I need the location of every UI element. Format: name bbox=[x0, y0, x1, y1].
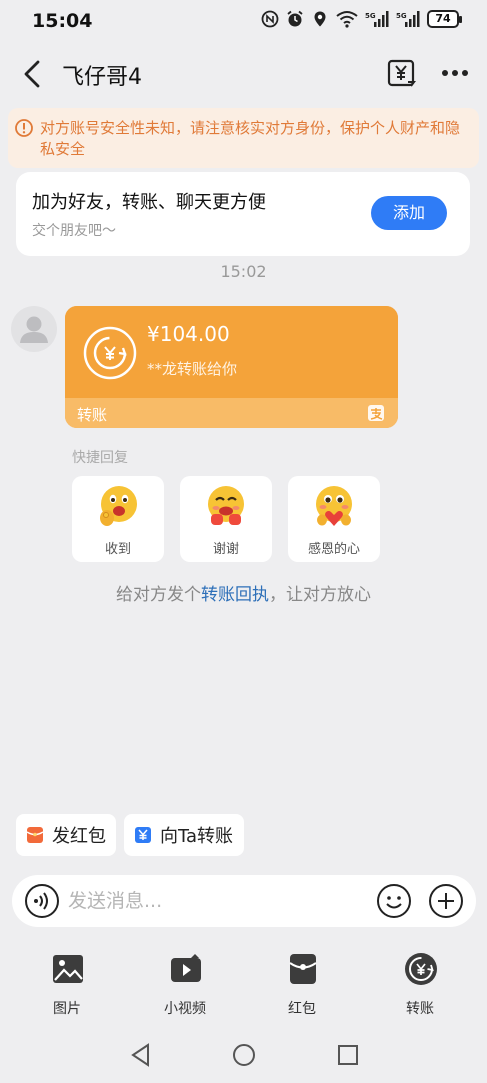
status-icons: 5G 5G 74 bbox=[261, 10, 462, 28]
plus-icon[interactable] bbox=[428, 883, 464, 919]
red-packet-icon bbox=[289, 954, 317, 984]
default-avatar-icon bbox=[20, 316, 48, 343]
toolbar-image[interactable]: 图片 bbox=[22, 952, 112, 1020]
video-icon bbox=[171, 954, 201, 982]
toolbar-label: 红包 bbox=[288, 1001, 316, 1017]
transfer-amount: ¥104.00 bbox=[147, 322, 230, 346]
add-friend-title: 加为好友，转账、聊天更方便 bbox=[32, 192, 266, 213]
warning-icon bbox=[15, 119, 33, 137]
alipay-logo-icon bbox=[368, 405, 384, 421]
quick-reply-grateful[interactable]: 感恩的心 bbox=[288, 476, 380, 562]
toolbar-red-packet[interactable]: 红包 bbox=[257, 952, 347, 1020]
svg-text:5G: 5G bbox=[365, 12, 376, 20]
5g-signal-icon: 5G bbox=[365, 11, 389, 27]
chat-title: 飞仔哥4 bbox=[62, 65, 142, 90]
transfer-receipt-link[interactable]: 转账回执 bbox=[201, 585, 269, 605]
nav-home-icon[interactable] bbox=[229, 1040, 259, 1070]
transfer-to-chip[interactable]: 向Ta转账 bbox=[124, 814, 244, 856]
transfer-icon bbox=[405, 953, 437, 985]
quick-reply-title: 快捷回复 bbox=[72, 450, 128, 466]
warning-text: 对方账号安全性未知，请注意核实对方身份，保护个人财产和隐私安全 bbox=[40, 119, 461, 158]
transfer-card-body: ¥104.00 **龙转账给你 bbox=[65, 306, 398, 398]
message-input-bar bbox=[12, 875, 476, 927]
add-friend-button[interactable]: 添加 bbox=[371, 196, 447, 230]
toolbar-video[interactable]: 小视频 bbox=[140, 952, 230, 1020]
status-bar: 15:04 5G 5G 74 bbox=[0, 0, 487, 44]
quick-reply-thanks[interactable]: 谢谢 bbox=[180, 476, 272, 562]
voice-input-icon[interactable] bbox=[24, 883, 60, 919]
battery-icon: 74 bbox=[427, 10, 462, 28]
transfer-message-card[interactable]: ¥104.00 **龙转账给你 转账 bbox=[65, 306, 398, 428]
emoji-icon[interactable] bbox=[376, 883, 412, 919]
transfer-to-label: 向Ta转账 bbox=[160, 826, 234, 847]
avatar[interactable] bbox=[11, 306, 57, 352]
add-friend-card: 加为好友，转账、聊天更方便 交个朋友吧～ 添加 bbox=[16, 172, 470, 256]
message-timestamp: 15:02 bbox=[220, 262, 267, 281]
red-packet-icon bbox=[26, 827, 44, 843]
transfer-yuan-icon bbox=[135, 827, 151, 843]
back-button[interactable] bbox=[18, 56, 46, 92]
receipt-hint-prefix: 给对方发个 bbox=[116, 585, 201, 605]
nav-recents-icon[interactable] bbox=[333, 1040, 363, 1070]
thanks-emoji-icon bbox=[208, 486, 244, 525]
toolbar-label: 图片 bbox=[53, 1001, 81, 1017]
svg-text:5G: 5G bbox=[396, 12, 407, 20]
5g-signal-icon: 5G bbox=[396, 11, 420, 27]
message-input[interactable] bbox=[68, 885, 368, 917]
chat-header: 飞仔哥4 bbox=[0, 44, 487, 104]
ok-hand-emoji-icon bbox=[100, 486, 137, 526]
image-icon bbox=[53, 955, 83, 983]
security-warning-banner: 对方账号安全性未知，请注意核实对方身份，保护个人财产和隐私安全 bbox=[8, 108, 479, 168]
quick-reply-label: 感恩的心 bbox=[307, 542, 360, 557]
transfer-label: 转账 bbox=[77, 406, 108, 424]
quick-reply-label: 收到 bbox=[104, 542, 131, 557]
transfer-card-footer: 转账 bbox=[65, 398, 398, 428]
nfc-icon bbox=[261, 10, 279, 28]
transfer-yuan-icon bbox=[83, 326, 137, 380]
wifi-icon bbox=[336, 11, 358, 28]
nav-back-icon[interactable] bbox=[126, 1040, 156, 1070]
alarm-icon bbox=[287, 10, 303, 27]
yuan-receipt-icon[interactable] bbox=[386, 56, 418, 90]
grateful-heart-emoji-icon bbox=[316, 486, 352, 526]
send-red-packet-chip[interactable]: 发红包 bbox=[16, 814, 116, 856]
transfer-note: **龙转账给你 bbox=[147, 360, 238, 378]
add-friend-subtitle: 交个朋友吧～ bbox=[32, 223, 116, 239]
toolbar-label: 转账 bbox=[406, 1001, 434, 1017]
location-icon bbox=[314, 11, 326, 27]
send-red-packet-label: 发红包 bbox=[52, 826, 106, 847]
status-time: 15:04 bbox=[32, 10, 93, 32]
quick-reply-received[interactable]: 收到 bbox=[72, 476, 164, 562]
more-dots-icon[interactable] bbox=[438, 56, 472, 90]
toolbar-transfer[interactable]: 转账 bbox=[375, 952, 465, 1020]
quick-reply-label: 谢谢 bbox=[212, 542, 239, 557]
toolbar-label: 小视频 bbox=[164, 1001, 206, 1017]
receipt-hint-suffix: ，让对方放心 bbox=[269, 585, 371, 605]
transfer-receipt-hint: 给对方发个转账回执，让对方放心 bbox=[0, 580, 487, 605]
